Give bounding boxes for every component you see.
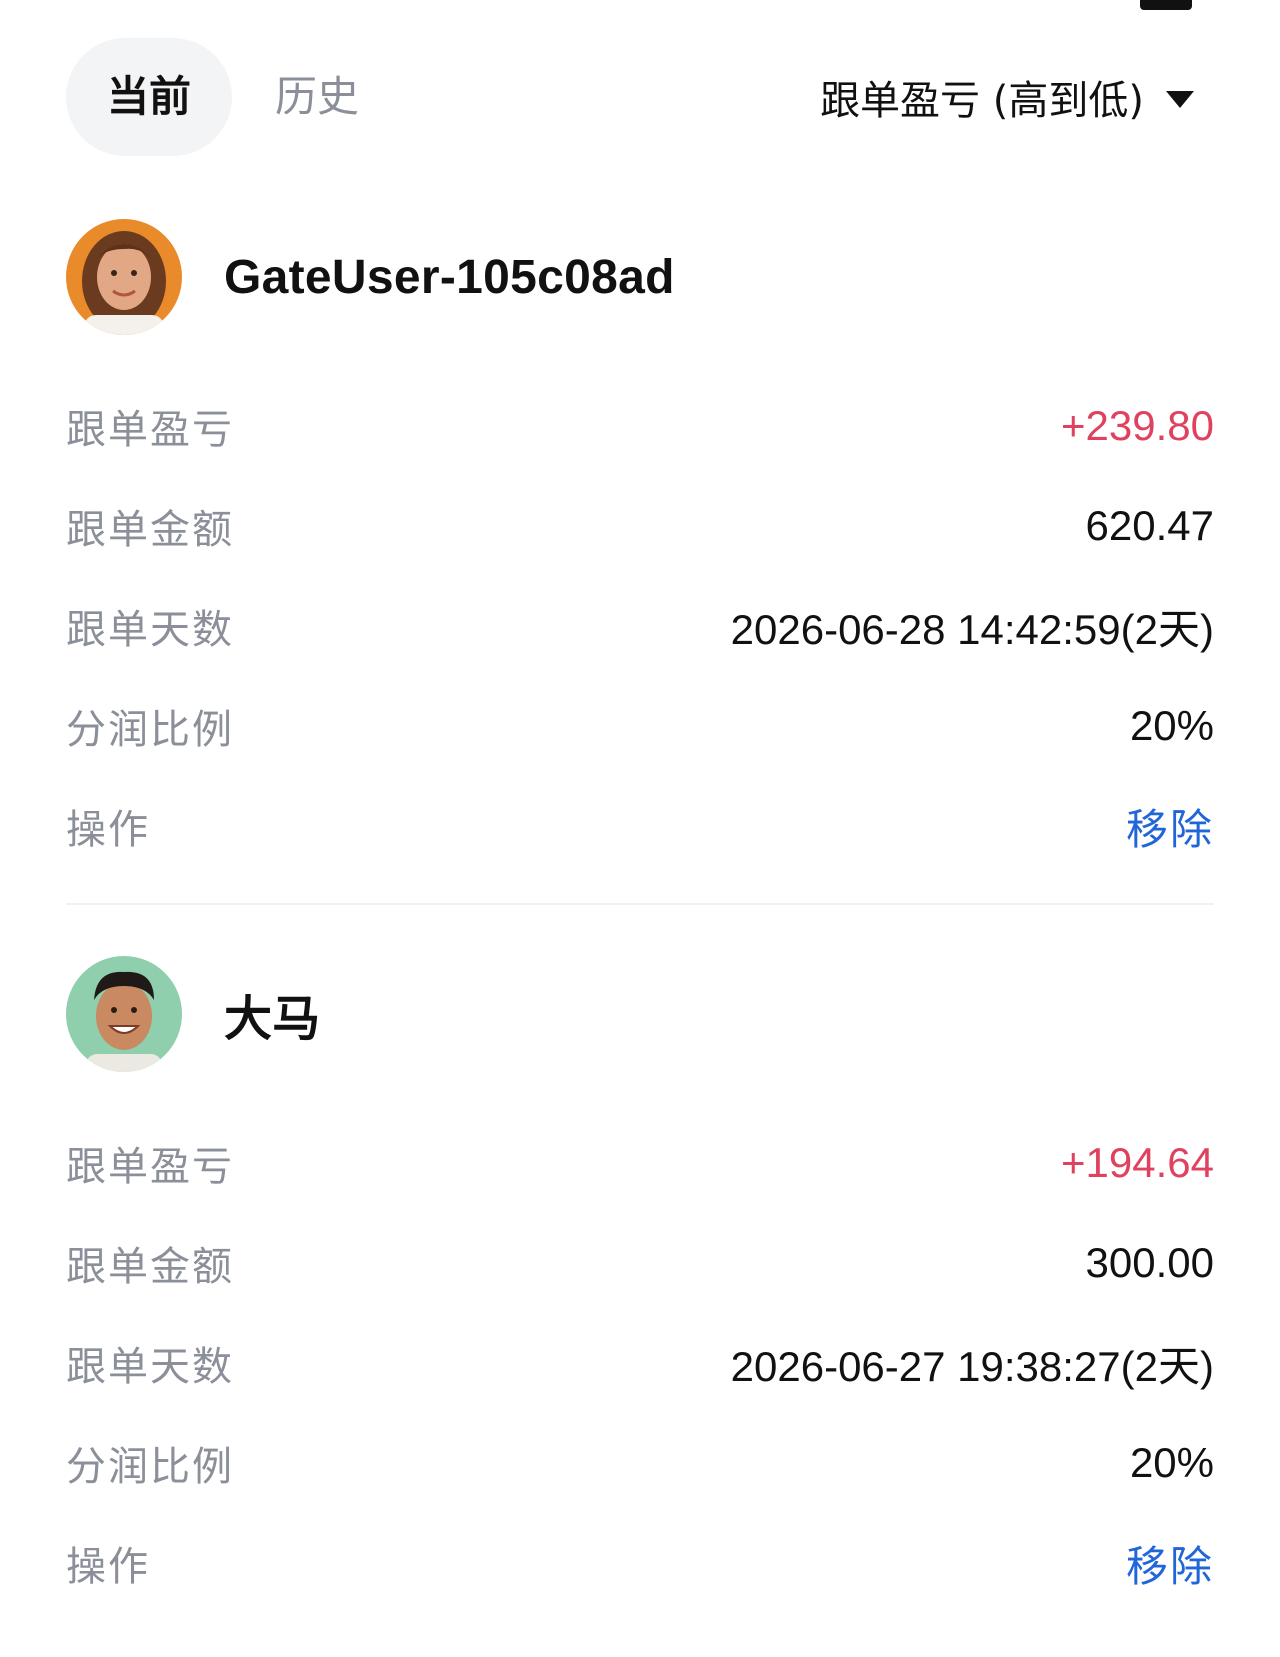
remove-button[interactable]: 移除 xyxy=(1126,1533,1214,1594)
divider xyxy=(66,903,1214,905)
remove-button[interactable]: 移除 xyxy=(1126,796,1214,857)
row-days: 跟单天数 2026-06-27 19:38:27(2天) xyxy=(66,1313,1214,1413)
row-share: 分润比例 20% xyxy=(66,1413,1214,1513)
row-label: 分润比例 xyxy=(66,707,234,753)
avatar[interactable] xyxy=(66,219,182,335)
follower-card: 大马 跟单盈亏 +194.64 跟单金额 300.00 跟单天数 2026-06… xyxy=(66,955,1214,1613)
tab-bar: 当前 历史 跟单盈亏 (高到低) xyxy=(0,38,1280,156)
row-pnl: 跟单盈亏 +194.64 xyxy=(66,1113,1214,1213)
follower-header: GateUser-105c08ad xyxy=(66,218,1214,336)
row-label: 操作 xyxy=(66,807,150,853)
caret-down-icon xyxy=(1166,90,1194,108)
amount-value: 620.47 xyxy=(1085,502,1214,549)
row-label: 跟单天数 xyxy=(66,607,234,653)
follower-name: 大马 xyxy=(224,993,321,1046)
pnl-value: +239.80 xyxy=(1061,402,1214,449)
follower-header: 大马 xyxy=(66,955,1214,1073)
share-value: 20% xyxy=(1129,702,1214,749)
top-handle xyxy=(1140,0,1192,10)
row-label: 跟单盈亏 xyxy=(66,1144,234,1190)
follower-card: GateUser-105c08ad 跟单盈亏 +239.80 跟单金额 620.… xyxy=(66,218,1214,876)
days-value: 2026-06-28 14:42:59(2天) xyxy=(730,605,1214,653)
pnl-value: +194.64 xyxy=(1061,1139,1214,1186)
row-label: 分润比例 xyxy=(66,1444,234,1490)
avatar[interactable] xyxy=(66,956,182,1072)
row-action: 操作 移除 xyxy=(66,1513,1214,1613)
row-amount: 跟单金额 620.47 xyxy=(66,476,1214,576)
tab-current[interactable]: 当前 xyxy=(66,38,232,156)
row-pnl: 跟单盈亏 +239.80 xyxy=(66,376,1214,476)
row-amount: 跟单金额 300.00 xyxy=(66,1213,1214,1313)
days-value: 2026-06-27 19:38:27(2天) xyxy=(730,1342,1214,1390)
row-label: 跟单金额 xyxy=(66,507,234,553)
follower-name: GateUser-105c08ad xyxy=(224,250,675,304)
row-share: 分润比例 20% xyxy=(66,676,1214,776)
row-days: 跟单天数 2026-06-28 14:42:59(2天) xyxy=(66,576,1214,676)
sort-dropdown[interactable]: 跟单盈亏 (高到低) xyxy=(820,38,1194,156)
sort-label: 跟单盈亏 (高到低) xyxy=(820,78,1144,124)
tab-history[interactable]: 历史 xyxy=(262,38,372,156)
share-value: 20% xyxy=(1129,1439,1214,1486)
row-label: 跟单金额 xyxy=(66,1244,234,1290)
row-label: 跟单天数 xyxy=(66,1344,234,1390)
row-label: 操作 xyxy=(66,1544,150,1590)
amount-value: 300.00 xyxy=(1085,1239,1214,1286)
row-action: 操作 移除 xyxy=(66,776,1214,876)
row-label: 跟单盈亏 xyxy=(66,407,234,453)
